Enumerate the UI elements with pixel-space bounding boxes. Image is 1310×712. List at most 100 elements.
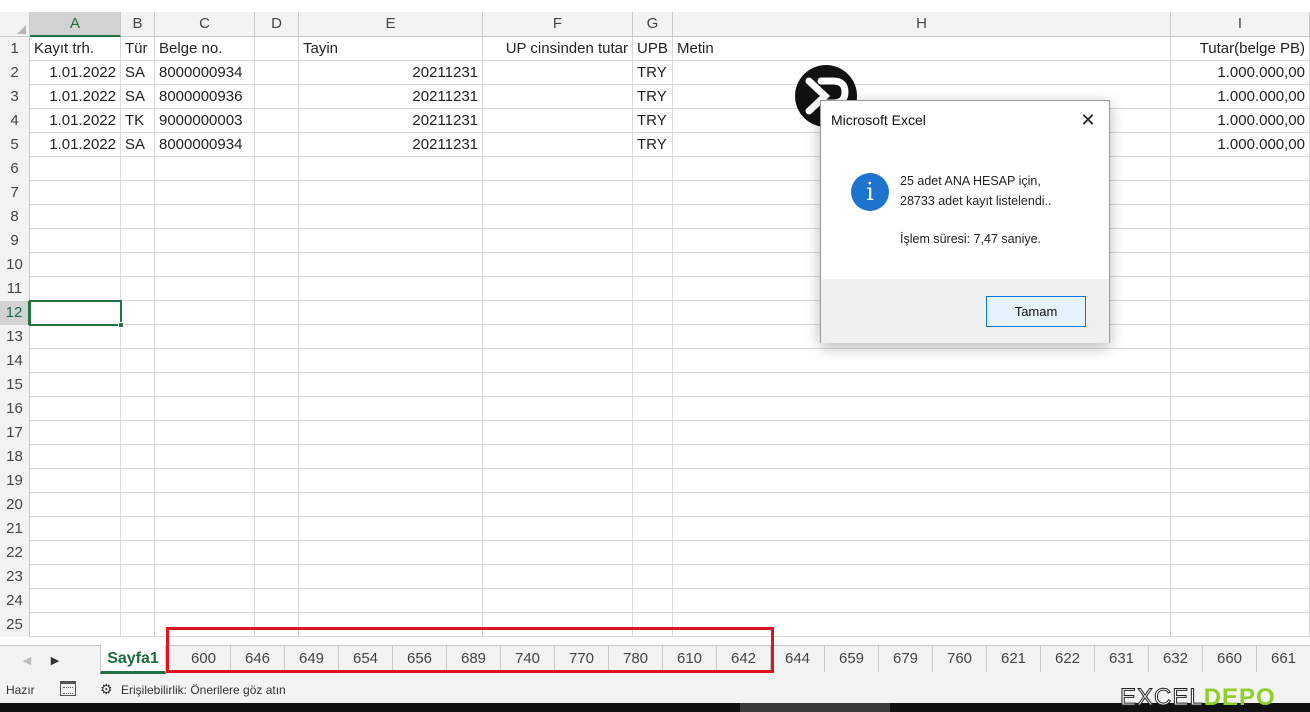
- row-header[interactable]: 5: [0, 133, 30, 157]
- table-cell[interactable]: [155, 229, 255, 253]
- table-cell[interactable]: [633, 157, 673, 181]
- row-header[interactable]: 16: [0, 397, 30, 421]
- table-cell[interactable]: [633, 253, 673, 277]
- table-cell[interactable]: [121, 445, 155, 469]
- header-cell[interactable]: Kayıt trh.: [30, 37, 121, 61]
- sheet-tab[interactable]: 621: [987, 646, 1041, 672]
- table-cell[interactable]: [30, 397, 121, 421]
- table-cell[interactable]: [155, 613, 255, 637]
- table-cell[interactable]: [255, 445, 299, 469]
- table-cell[interactable]: [1171, 589, 1310, 613]
- table-cell[interactable]: [30, 613, 121, 637]
- row-header[interactable]: 11: [0, 277, 30, 301]
- row-header[interactable]: 23: [0, 565, 30, 589]
- table-cell[interactable]: [255, 493, 299, 517]
- table-cell[interactable]: [673, 373, 1171, 397]
- table-cell[interactable]: [255, 565, 299, 589]
- row-header[interactable]: 24: [0, 589, 30, 613]
- header-cell[interactable]: Tayin: [299, 37, 483, 61]
- table-cell[interactable]: [299, 205, 483, 229]
- row-header[interactable]: 20: [0, 493, 30, 517]
- column-header-c[interactable]: C: [155, 12, 255, 37]
- table-cell[interactable]: [299, 157, 483, 181]
- sheet-tab[interactable]: 632: [1149, 646, 1203, 672]
- table-cell[interactable]: [673, 445, 1171, 469]
- table-cell[interactable]: [255, 85, 299, 109]
- table-cell[interactable]: [121, 301, 155, 325]
- table-cell[interactable]: [30, 277, 121, 301]
- table-cell[interactable]: [483, 229, 633, 253]
- table-cell[interactable]: SA: [121, 61, 155, 85]
- table-cell[interactable]: [483, 469, 633, 493]
- column-header-h[interactable]: H: [673, 12, 1171, 37]
- sheet-tab[interactable]: 654: [339, 646, 393, 672]
- table-cell[interactable]: [255, 253, 299, 277]
- sheet-tab[interactable]: 622: [1041, 646, 1095, 672]
- table-cell[interactable]: [121, 541, 155, 565]
- column-header-d[interactable]: D: [255, 12, 299, 37]
- table-cell[interactable]: [255, 205, 299, 229]
- table-cell[interactable]: [633, 421, 673, 445]
- row-header[interactable]: 2: [0, 61, 30, 85]
- table-cell[interactable]: [30, 517, 121, 541]
- table-cell[interactable]: [633, 325, 673, 349]
- table-cell[interactable]: [121, 373, 155, 397]
- table-cell[interactable]: [673, 613, 1171, 637]
- table-cell[interactable]: [483, 85, 633, 109]
- table-cell[interactable]: TRY: [633, 109, 673, 133]
- sheet-tab[interactable]: 659: [825, 646, 879, 672]
- table-cell[interactable]: [121, 349, 155, 373]
- table-cell[interactable]: [483, 445, 633, 469]
- table-cell[interactable]: [155, 493, 255, 517]
- row-header[interactable]: 3: [0, 85, 30, 109]
- table-cell[interactable]: [633, 469, 673, 493]
- table-cell[interactable]: [121, 589, 155, 613]
- table-cell[interactable]: [483, 517, 633, 541]
- table-cell[interactable]: [299, 229, 483, 253]
- table-cell[interactable]: [483, 349, 633, 373]
- table-cell[interactable]: [299, 301, 483, 325]
- table-cell[interactable]: [30, 205, 121, 229]
- row-header[interactable]: 22: [0, 541, 30, 565]
- sheet-tab[interactable]: 740: [501, 646, 555, 672]
- row-header[interactable]: 19: [0, 469, 30, 493]
- table-cell[interactable]: [121, 253, 155, 277]
- row-header[interactable]: 13: [0, 325, 30, 349]
- row-header[interactable]: 15: [0, 373, 30, 397]
- table-cell[interactable]: 1.000.000,00: [1171, 109, 1310, 133]
- table-cell[interactable]: 9000000003: [155, 109, 255, 133]
- table-cell[interactable]: [30, 253, 121, 277]
- table-cell[interactable]: [155, 325, 255, 349]
- table-cell[interactable]: [121, 565, 155, 589]
- table-cell[interactable]: [255, 589, 299, 613]
- table-cell[interactable]: TRY: [633, 61, 673, 85]
- header-cell[interactable]: [255, 37, 299, 61]
- table-cell[interactable]: [155, 253, 255, 277]
- row-header[interactable]: 1: [0, 37, 30, 61]
- ok-button[interactable]: Tamam: [986, 296, 1086, 327]
- table-cell[interactable]: [255, 397, 299, 421]
- table-cell[interactable]: [255, 277, 299, 301]
- sheet-tab[interactable]: 689: [447, 646, 501, 672]
- selected-cell[interactable]: [29, 300, 124, 328]
- table-cell[interactable]: [1171, 493, 1310, 517]
- table-cell[interactable]: TRY: [633, 133, 673, 157]
- row-header[interactable]: 18: [0, 445, 30, 469]
- table-cell[interactable]: [483, 421, 633, 445]
- table-cell[interactable]: [633, 541, 673, 565]
- sheet-tab[interactable]: 656: [393, 646, 447, 672]
- header-cell[interactable]: Tür: [121, 37, 155, 61]
- table-cell[interactable]: [121, 397, 155, 421]
- table-cell[interactable]: [155, 589, 255, 613]
- table-cell[interactable]: [121, 181, 155, 205]
- row-header[interactable]: 10: [0, 253, 30, 277]
- table-cell[interactable]: [299, 349, 483, 373]
- table-cell[interactable]: [299, 589, 483, 613]
- table-cell[interactable]: [1171, 373, 1310, 397]
- table-cell[interactable]: [255, 229, 299, 253]
- column-header-g[interactable]: G: [633, 12, 673, 37]
- table-cell[interactable]: [483, 397, 633, 421]
- table-cell[interactable]: 1.000.000,00: [1171, 85, 1310, 109]
- table-cell[interactable]: [633, 301, 673, 325]
- table-cell[interactable]: [255, 157, 299, 181]
